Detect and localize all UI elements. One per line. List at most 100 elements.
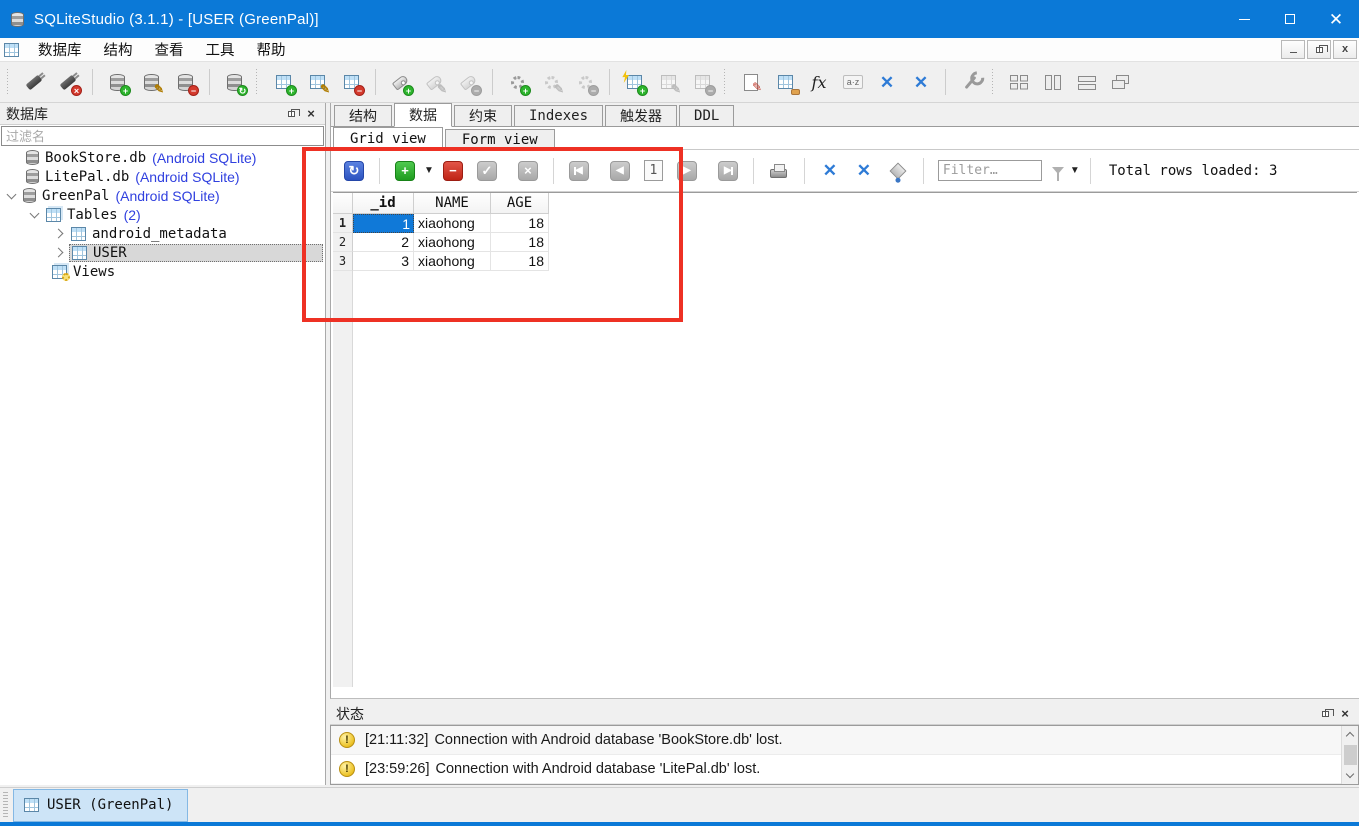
grid-cell[interactable]: xiaohong [414,233,491,252]
last-page-icon[interactable]: ▶ [717,160,738,181]
tree-item-android-metadata[interactable]: android_metadata [0,224,325,243]
maximize-button[interactable] [1267,0,1313,38]
remove-database-icon[interactable]: − [170,68,200,96]
tree-item-views[interactable]: Views [0,262,325,281]
filter-dropdown-icon[interactable]: ▼ [1070,165,1080,176]
refresh-grid-icon[interactable]: ↻ [344,160,364,181]
taskbar-drag-handle[interactable] [3,792,8,818]
add-view-icon[interactable]: + [619,68,649,96]
grid-corner-cell[interactable] [333,193,353,214]
expand-columns-icon[interactable]: ✕ [849,157,879,185]
drop-index-icon[interactable]: − [453,68,483,96]
taskbar-window-button[interactable]: USER (GreenPal) [13,788,189,822]
tree-item-bookstore-db[interactable]: BookStore.db (Android SQLite) [0,148,325,167]
commit-icon[interactable]: ✓ [476,160,497,181]
tab-grid-view[interactable]: Grid view [333,127,443,150]
mdi-cascade-icon[interactable] [1106,68,1136,96]
connect-icon[interactable] [19,68,49,96]
toolbar-drag-handle[interactable] [992,69,997,95]
scroll-up-icon[interactable] [1342,726,1359,743]
panel-float-button[interactable] [1317,706,1334,722]
scrollbar-thumb[interactable] [1343,745,1357,765]
toolbar-drag-handle[interactable] [7,69,12,95]
add-row-dropdown-icon[interactable]: ▼ [424,165,434,176]
rollback-icon[interactable]: × [517,160,538,181]
scroll-down-icon[interactable] [1342,767,1359,784]
refresh-schema-icon[interactable]: ↻ [219,68,249,96]
tree-item-user[interactable]: USER [0,243,325,262]
toolbar-drag-handle[interactable] [724,69,729,95]
grid-cell[interactable]: 18 [491,214,549,233]
tab-indexes[interactable]: Indexes [514,105,604,126]
panel-close-button[interactable]: × [1337,706,1353,722]
menu-structure[interactable]: 结构 [93,37,144,62]
filter-funnel-icon[interactable] [1051,167,1064,181]
add-index-icon[interactable]: + [385,68,415,96]
add-database-icon[interactable]: + [102,68,132,96]
menu-tools[interactable]: 工具 [195,37,246,62]
row-header[interactable]: 1 [333,214,353,233]
expander-expanded-icon[interactable] [6,189,17,199]
paint-bucket-icon[interactable] [883,157,913,185]
edit-index-icon[interactable]: ✎ [419,68,449,96]
menu-database[interactable]: 数据库 [27,37,93,62]
edit-database-icon[interactable]: ✎ [136,68,166,96]
menu-view[interactable]: 查看 [144,37,195,62]
open-sql-editor-icon[interactable]: ✎ [736,68,766,96]
panel-close-button[interactable]: × [303,106,319,122]
add-trigger-icon[interactable]: + [502,68,532,96]
grid-cell[interactable]: xiaohong [414,214,491,233]
mdi-restore-button[interactable] [1307,40,1331,59]
disconnect-icon[interactable]: × [53,68,83,96]
mdi-tile-icon[interactable] [1004,68,1034,96]
minimize-button[interactable] [1221,0,1267,38]
restore-all-windows-icon[interactable]: ✕ [906,68,936,96]
edit-table-icon[interactable]: ✎ [302,68,332,96]
tree-item-greenpal-db[interactable]: GreenPal (Android SQLite) [0,186,325,205]
menu-help[interactable]: 帮助 [246,37,297,62]
tab-data[interactable]: 数据 [394,103,452,127]
grid-cell[interactable]: 18 [491,233,549,252]
collations-icon[interactable]: a·z [838,68,868,96]
drop-table-icon[interactable]: − [336,68,366,96]
grid-cell[interactable]: xiaohong [414,252,491,271]
column-header-name[interactable]: NAME [414,193,491,214]
grid-cell[interactable]: 18 [491,252,549,271]
import-icon[interactable] [770,68,800,96]
tab-form-view[interactable]: Form view [444,129,555,149]
tree-item-tables[interactable]: Tables (2) [0,205,325,224]
grid-cell[interactable]: 3 [353,252,414,271]
new-table-icon[interactable]: + [268,68,298,96]
column-header-age[interactable]: AGE [491,193,549,214]
drop-trigger-icon[interactable]: − [570,68,600,96]
page-number[interactable]: 1 [643,160,663,181]
mdi-close-button[interactable]: x [1333,40,1357,59]
tree-item-litepal-db[interactable]: LitePal.db (Android SQLite) [0,167,325,186]
shrink-columns-icon[interactable]: ✕ [815,157,845,185]
expander-collapsed-icon[interactable] [53,228,64,239]
first-page-icon[interactable]: ◀ [568,160,589,181]
drop-view-icon[interactable]: − [687,68,717,96]
close-all-windows-icon[interactable]: ✕ [872,68,902,96]
close-button[interactable]: ✕ [1313,0,1359,38]
mdi-minimize-button[interactable] [1281,40,1305,59]
edit-view-icon[interactable]: ✎ [653,68,683,96]
tab-structure[interactable]: 结构 [334,105,392,126]
mdi-tile-vertical-icon[interactable] [1038,68,1068,96]
print-icon[interactable] [764,157,794,185]
column-header-id[interactable]: _id [353,193,414,214]
prev-page-icon[interactable]: ◀ [609,160,630,181]
tab-triggers[interactable]: 触发器 [605,105,678,126]
grid-filter-input[interactable] [937,160,1042,181]
edit-trigger-icon[interactable]: ✎ [536,68,566,96]
database-filter-input[interactable] [1,126,324,146]
functions-icon[interactable]: fx [804,68,834,96]
delete-row-icon[interactable]: − [442,160,463,181]
panel-float-button[interactable] [283,106,300,122]
grid-cell[interactable]: 2 [353,233,414,252]
row-header[interactable]: 3 [333,252,353,271]
settings-icon[interactable] [955,68,985,96]
row-header[interactable]: 2 [333,233,353,252]
expander-collapsed-icon[interactable] [53,247,64,258]
expander-expanded-icon[interactable] [29,208,40,218]
